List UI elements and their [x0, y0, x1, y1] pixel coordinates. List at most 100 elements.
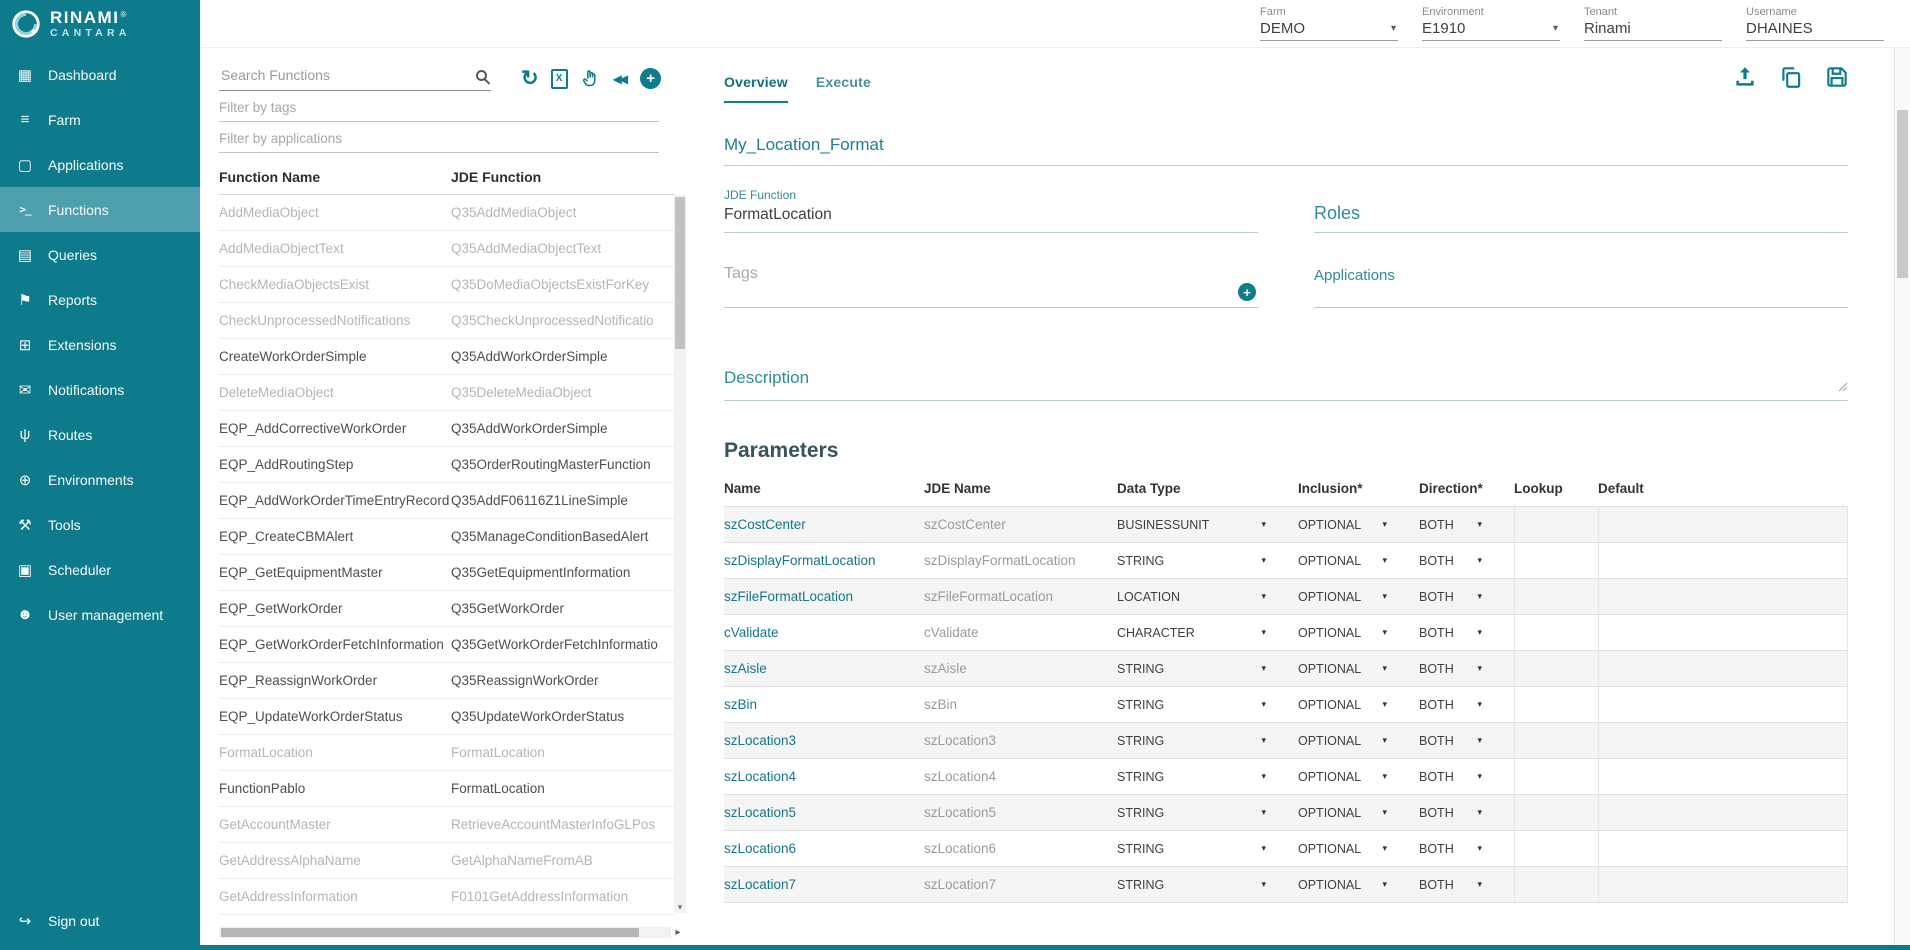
sidebar-item-environments[interactable]: ⊕Environments [0, 457, 200, 502]
main-vertical-scrollbar[interactable] [1894, 48, 1910, 950]
param-lookup-cell[interactable] [1514, 687, 1598, 722]
function-name-field[interactable]: My_Location_Format [724, 135, 1848, 166]
refresh-icon[interactable]: ↻ [521, 68, 539, 89]
main-vertical-scrollbar-thumb[interactable] [1897, 110, 1908, 278]
param-name-link[interactable]: szLocation6 [724, 841, 924, 856]
function-row[interactable]: GetAccountMasterRetrieveAccountMasterInf… [219, 807, 674, 843]
functions-horizontal-scrollbar-thumb[interactable] [221, 928, 639, 937]
param-default-cell[interactable] [1598, 867, 1848, 902]
function-row[interactable]: AddMediaObjectTextQ35AddMediaObjectText [219, 231, 674, 267]
sidebar-item-tools[interactable]: ⚒Tools [0, 502, 200, 547]
search-input[interactable] [219, 66, 476, 84]
param-direction-select[interactable]: BOTH▾ [1419, 806, 1514, 820]
add-tag-icon[interactable]: + [1238, 283, 1256, 301]
param-default-cell[interactable] [1598, 651, 1848, 686]
function-row[interactable]: FunctionPabloFormatLocation [219, 771, 674, 807]
function-row[interactable]: EQP_GetEquipmentMasterQ35GetEquipmentInf… [219, 555, 674, 591]
tags-field[interactable]: Tags + [724, 259, 1258, 308]
roles-field[interactable]: Roles [1314, 188, 1848, 233]
param-name-link[interactable]: szBin [724, 697, 924, 712]
sidebar-item-queries[interactable]: ▤Queries [0, 232, 200, 277]
param-direction-select[interactable]: BOTH▾ [1419, 878, 1514, 892]
sidebar-item-scheduler[interactable]: ▣Scheduler [0, 547, 200, 592]
param-inclusion-select[interactable]: OPTIONAL▾ [1298, 842, 1419, 856]
param-data-type-select[interactable]: STRING▾ [1117, 806, 1298, 820]
filter-by-applications-input[interactable] [219, 122, 659, 153]
param-direction-select[interactable]: BOTH▾ [1419, 842, 1514, 856]
function-row[interactable]: CreateWorkOrderSimpleQ35AddWorkOrderSimp… [219, 339, 674, 375]
param-default-cell[interactable] [1598, 723, 1848, 758]
param-name-link[interactable]: cValidate [724, 625, 924, 640]
functions-vertical-scrollbar[interactable]: ▾ [674, 195, 686, 913]
add-function-icon[interactable]: + [640, 68, 661, 89]
param-direction-select[interactable]: BOTH▾ [1419, 770, 1514, 784]
param-default-cell[interactable] [1598, 795, 1848, 830]
param-direction-select[interactable]: BOTH▾ [1419, 734, 1514, 748]
param-lookup-cell[interactable] [1514, 543, 1598, 578]
functions-vertical-scrollbar-thumb[interactable] [675, 197, 685, 349]
param-direction-select[interactable]: BOTH▾ [1419, 626, 1514, 640]
function-row[interactable]: GetAddressAlphaNameGetAlphaNameFromAB [219, 843, 674, 879]
resize-handle-icon[interactable] [1838, 377, 1848, 397]
param-data-type-select[interactable]: STRING▾ [1117, 698, 1298, 712]
function-row[interactable]: CheckUnprocessedNotificationsQ35CheckUnp… [219, 303, 674, 339]
function-row[interactable]: EQP_AddRoutingStepQ35OrderRoutingMasterF… [219, 447, 674, 483]
param-inclusion-select[interactable]: OPTIONAL▾ [1298, 734, 1419, 748]
tab-execute[interactable]: Execute [816, 74, 871, 103]
param-name-link[interactable]: szLocation5 [724, 805, 924, 820]
save-icon[interactable] [1824, 64, 1850, 95]
param-lookup-cell[interactable] [1514, 759, 1598, 794]
filter-by-tags-input[interactable] [219, 91, 659, 122]
param-lookup-cell[interactable] [1514, 723, 1598, 758]
param-name-link[interactable]: szLocation3 [724, 733, 924, 748]
param-default-cell[interactable] [1598, 543, 1848, 578]
param-data-type-select[interactable]: STRING▾ [1117, 842, 1298, 856]
sidebar-item-dashboard[interactable]: ▦Dashboard [0, 52, 200, 97]
param-data-type-select[interactable]: LOCATION▾ [1117, 590, 1298, 604]
function-row[interactable]: FormatLocationFormatLocation [219, 735, 674, 771]
function-row[interactable]: EQP_ReassignWorkOrderQ35ReassignWorkOrde… [219, 663, 674, 699]
param-default-cell[interactable] [1598, 507, 1848, 542]
collapse-panel-icon[interactable]: ◀◀ [613, 72, 628, 86]
function-row[interactable]: GetAddressInformationF0101GetAddressInfo… [219, 879, 674, 915]
function-row[interactable]: AddMediaObjectQ35AddMediaObject [219, 195, 674, 231]
scroll-right-icon[interactable]: ▸ [671, 927, 685, 938]
param-inclusion-select[interactable]: OPTIONAL▾ [1298, 698, 1419, 712]
sidebar-item-farm[interactable]: ≡Farm [0, 97, 200, 142]
param-data-type-select[interactable]: STRING▾ [1117, 878, 1298, 892]
function-row[interactable]: EQP_UpdateWorkOrderStatusQ35UpdateWorkOr… [219, 699, 674, 735]
header-field-value[interactable]: E1910▾ [1422, 18, 1560, 41]
sidebar-item-extensions[interactable]: ⊞Extensions [0, 322, 200, 367]
param-direction-select[interactable]: BOTH▾ [1419, 698, 1514, 712]
param-inclusion-select[interactable]: OPTIONAL▾ [1298, 554, 1419, 568]
param-data-type-select[interactable]: CHARACTER▾ [1117, 626, 1298, 640]
param-default-cell[interactable] [1598, 615, 1848, 650]
param-lookup-cell[interactable] [1514, 867, 1598, 902]
param-direction-select[interactable]: BOTH▾ [1419, 590, 1514, 604]
function-row[interactable]: EQP_GetWorkOrderFetchInformationQ35GetWo… [219, 627, 674, 663]
param-lookup-cell[interactable] [1514, 651, 1598, 686]
sidebar-item-routes[interactable]: ψRoutes [0, 412, 200, 457]
param-default-cell[interactable] [1598, 831, 1848, 866]
param-lookup-cell[interactable] [1514, 507, 1598, 542]
param-default-cell[interactable] [1598, 687, 1848, 722]
sidebar-item-reports[interactable]: ⚑Reports [0, 277, 200, 322]
function-row[interactable]: CheckMediaObjectsExistQ35DoMediaObjectsE… [219, 267, 674, 303]
param-name-link[interactable]: szAisle [724, 661, 924, 676]
copy-icon[interactable] [1778, 64, 1804, 95]
param-lookup-cell[interactable] [1514, 615, 1598, 650]
function-row[interactable]: DeleteMediaObjectQ35DeleteMediaObject [219, 375, 674, 411]
param-inclusion-select[interactable]: OPTIONAL▾ [1298, 662, 1419, 676]
export-excel-icon[interactable]: X [551, 69, 568, 89]
param-inclusion-select[interactable]: OPTIONAL▾ [1298, 590, 1419, 604]
param-name-link[interactable]: szDisplayFormatLocation [724, 553, 924, 568]
function-row[interactable]: EQP_AddWorkOrderTimeEntryRecordQ35AddF06… [219, 483, 674, 519]
param-data-type-select[interactable]: STRING▾ [1117, 554, 1298, 568]
sidebar-item-notifications[interactable]: ✉Notifications [0, 367, 200, 412]
param-direction-select[interactable]: BOTH▾ [1419, 662, 1514, 676]
param-default-cell[interactable] [1598, 579, 1848, 614]
functions-horizontal-scrollbar[interactable]: ▸ [219, 927, 685, 938]
param-inclusion-select[interactable]: OPTIONAL▾ [1298, 806, 1419, 820]
param-name-link[interactable]: szCostCenter [724, 517, 924, 532]
param-name-link[interactable]: szFileFormatLocation [724, 589, 924, 604]
